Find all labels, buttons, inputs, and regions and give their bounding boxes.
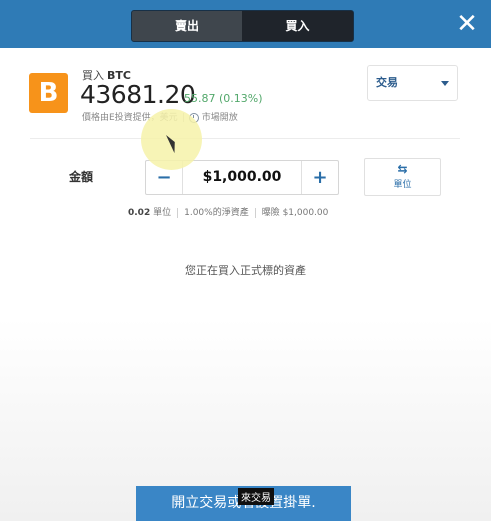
equity-percent: 1.00%的淨資產 <box>184 208 249 218</box>
divider <box>254 207 256 218</box>
tab-buy[interactable]: 買入 <box>242 11 353 41</box>
info-message: 您正在買入正式標的資產 <box>185 264 306 277</box>
divider <box>177 207 179 218</box>
market-status: 市場開放 <box>201 113 238 123</box>
asset-price: 43681.20 <box>80 80 196 109</box>
caret-down-icon <box>441 81 449 86</box>
swap-icon: ⇆ <box>397 162 408 176</box>
side-toggle: 賣出 買入 <box>131 10 354 42</box>
unit-toggle-button[interactable]: ⇆ 單位 <box>364 158 441 196</box>
unit-toggle-label: 單位 <box>393 180 412 190</box>
price-change: 55.87 (0.13%) <box>184 92 263 105</box>
units-label: 單位 <box>153 208 172 218</box>
order-summary: 0.02 單位 1.00%的淨資產 曝險 $1,000.00 <box>128 205 328 218</box>
trade-dialog-header: 賣出 買入 ✕ <box>0 0 491 48</box>
units-value: 0.02 <box>128 208 151 218</box>
bitcoin-icon-glyph: B <box>38 78 59 108</box>
overlay-caption: 來交易 <box>238 488 274 505</box>
order-type-dropdown[interactable]: 交易 <box>367 65 458 101</box>
close-icon[interactable]: ✕ <box>453 8 481 40</box>
amount-input[interactable]: $1,000.00 <box>182 161 302 194</box>
plus-icon[interactable]: + <box>301 161 338 194</box>
tab-sell[interactable]: 賣出 <box>132 11 242 41</box>
amount-label: 金額 <box>69 170 94 184</box>
bitcoin-icon: B <box>29 73 68 113</box>
order-type-label: 交易 <box>376 76 398 89</box>
section-divider <box>30 138 460 139</box>
exposure: 曝險 $1,000.00 <box>261 208 329 218</box>
